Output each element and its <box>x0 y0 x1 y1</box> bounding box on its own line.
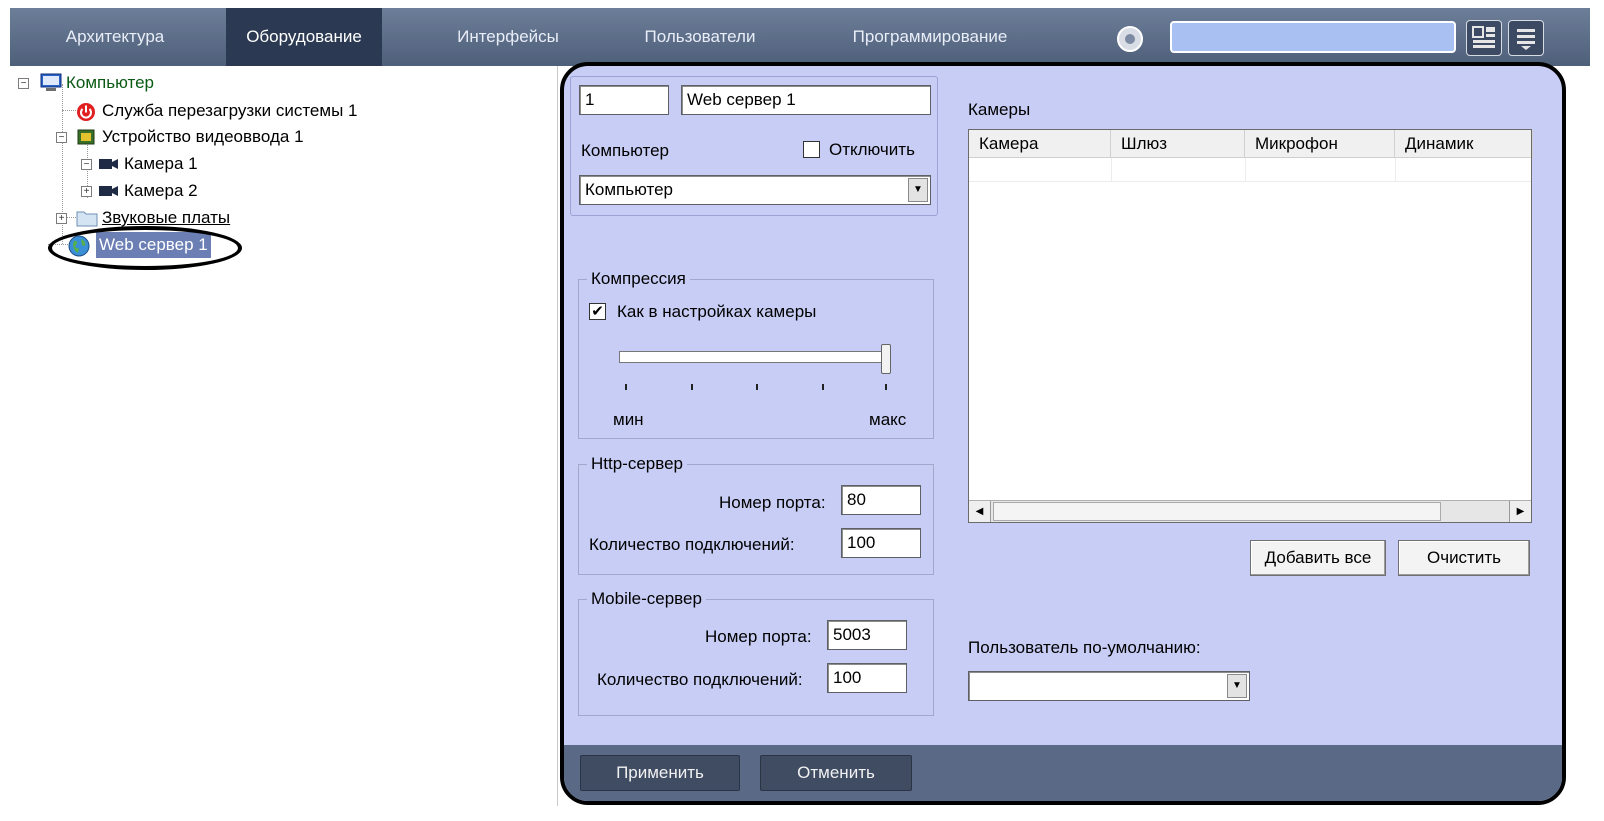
computer-select-value: Компьютер <box>585 180 673 199</box>
dropdown-arrow-icon[interactable]: ▼ <box>908 178 928 202</box>
computer-select[interactable]: Компьютер ▼ <box>579 175 931 205</box>
equipment-tree: − Компьютер Служба перезагрузки системы … <box>10 66 558 806</box>
slider-min-label: мин <box>613 410 644 429</box>
scroll-right-icon[interactable]: ▶ <box>1509 501 1531 522</box>
tree-item-video-device[interactable]: − Устройство видеоввода 1 <box>10 124 430 150</box>
tab-equipment[interactable]: Оборудование <box>226 8 382 66</box>
table-row <box>969 158 1531 182</box>
cameras-table[interactable]: Камера Шлюз Микрофон Динамик ◀ ▶ <box>968 129 1533 523</box>
tab-programming[interactable]: Программирование <box>832 8 1028 66</box>
tree-label: Камера 1 <box>124 154 198 173</box>
cell-divider <box>1245 158 1246 181</box>
panel-footer: Применить Отменить <box>564 745 1562 801</box>
compression-group: Компрессия ✔ Как в настройках камеры мин… <box>578 269 934 439</box>
tree-item-reboot-service[interactable]: Служба перезагрузки системы 1 <box>10 98 430 124</box>
computer-label: Компьютер <box>581 141 669 160</box>
slider-tick <box>822 384 824 390</box>
scroll-thumb[interactable] <box>993 502 1441 521</box>
cancel-button[interactable]: Отменить <box>760 755 912 791</box>
collapse-icon[interactable]: − <box>56 132 67 143</box>
mobile-port-label: Номер порта: <box>705 627 812 646</box>
collapse-icon[interactable]: − <box>81 159 92 170</box>
column-header[interactable]: Шлюз <box>1111 130 1245 158</box>
clear-button[interactable]: Очистить <box>1398 540 1530 576</box>
object-id-field[interactable]: 1 <box>579 85 669 115</box>
video-board-icon <box>77 129 95 145</box>
http-port-label: Номер порта: <box>719 493 826 512</box>
compression-title: Компрессия <box>587 269 690 289</box>
layout-grid-button[interactable] <box>1466 20 1502 56</box>
menu-icon <box>1517 29 1535 50</box>
compression-slider-track[interactable] <box>619 351 891 363</box>
mobile-port-field[interactable]: 5003 <box>827 620 907 650</box>
column-header[interactable]: Динамик <box>1395 130 1533 158</box>
default-user-select[interactable]: ▼ <box>968 671 1250 701</box>
top-navigation-bar: Архитектура Оборудование Интерфейсы Поль… <box>10 8 1590 66</box>
search-input[interactable] <box>1170 21 1456 53</box>
http-server-title: Http-сервер <box>587 454 687 474</box>
mobile-server-group: Mobile-сервер Номер порта: 5003 Количест… <box>578 589 934 716</box>
apply-button[interactable]: Применить <box>580 755 740 791</box>
column-header[interactable]: Камера <box>969 130 1111 158</box>
as-camera-label: Как в настройках камеры <box>617 302 817 321</box>
mobile-server-title: Mobile-сервер <box>587 589 706 609</box>
tree-label: Камера 2 <box>124 181 198 200</box>
mobile-connections-field[interactable]: 100 <box>827 663 907 693</box>
computer-icon <box>40 73 62 91</box>
tab-users[interactable]: Пользователи <box>626 8 774 66</box>
disable-checkbox[interactable] <box>803 141 820 158</box>
menu-button[interactable] <box>1508 20 1544 56</box>
cameras-table-header: Камера Шлюз Микрофон Динамик <box>969 130 1533 158</box>
tab-architecture[interactable]: Архитектура <box>40 8 190 66</box>
scroll-left-icon[interactable]: ◀ <box>969 501 991 522</box>
cell-divider <box>1395 158 1396 181</box>
highlight-ellipse <box>48 226 242 270</box>
as-camera-checkbox[interactable]: ✔ <box>589 303 606 320</box>
power-icon <box>77 103 95 121</box>
folder-icon <box>76 211 98 227</box>
http-connections-field[interactable]: 100 <box>841 528 921 558</box>
tree-label: Устройство видеоввода 1 <box>102 127 304 146</box>
cameras-title: Камеры <box>968 100 1031 119</box>
column-header[interactable]: Микрофон <box>1245 130 1395 158</box>
disable-label: Отключить <box>829 140 915 159</box>
http-connections-label: Количество подключений: <box>589 535 795 554</box>
search-icon[interactable] <box>1116 25 1144 53</box>
camera-icon <box>99 186 118 196</box>
tree-label: Служба перезагрузки системы 1 <box>102 101 358 120</box>
slider-tick <box>885 384 887 390</box>
camera-icon <box>99 159 118 169</box>
grid-icon <box>1472 26 1495 48</box>
dropdown-arrow-icon[interactable]: ▼ <box>1227 674 1247 698</box>
mobile-connections-label: Количество подключений: <box>597 670 803 689</box>
object-name-field[interactable]: Web сервер 1 <box>681 85 931 115</box>
web-server-settings-panel: 1 Web сервер 1 Компьютер Отключить Компь… <box>560 62 1566 805</box>
horizontal-scrollbar[interactable]: ◀ ▶ <box>969 500 1531 522</box>
http-server-group: Http-сервер Номер порта: 80 Количество п… <box>578 454 934 575</box>
expand-icon[interactable]: + <box>56 213 67 224</box>
slider-tick <box>756 384 758 390</box>
slider-tick <box>691 384 693 390</box>
tree-item-computer[interactable]: − Компьютер <box>10 70 410 96</box>
tree-label: Компьютер <box>66 73 154 92</box>
http-port-field[interactable]: 80 <box>841 485 921 515</box>
cell-divider <box>1111 158 1112 181</box>
tree-item-camera-2[interactable]: + Камера 2 <box>10 178 310 204</box>
object-header-group: 1 Web сервер 1 Компьютер Отключить Компь… <box>570 76 938 216</box>
collapse-icon[interactable]: − <box>18 78 29 89</box>
compression-slider-thumb[interactable] <box>881 344 891 374</box>
tab-interfaces[interactable]: Интерфейсы <box>438 8 578 66</box>
default-user-label: Пользователь по-умолчанию: <box>968 638 1201 657</box>
tree-item-camera-1[interactable]: − Камера 1 <box>10 151 310 177</box>
add-all-button[interactable]: Добавить все <box>1250 540 1386 576</box>
expand-icon[interactable]: + <box>81 186 92 197</box>
slider-tick <box>625 384 627 390</box>
slider-max-label: макс <box>869 410 907 429</box>
